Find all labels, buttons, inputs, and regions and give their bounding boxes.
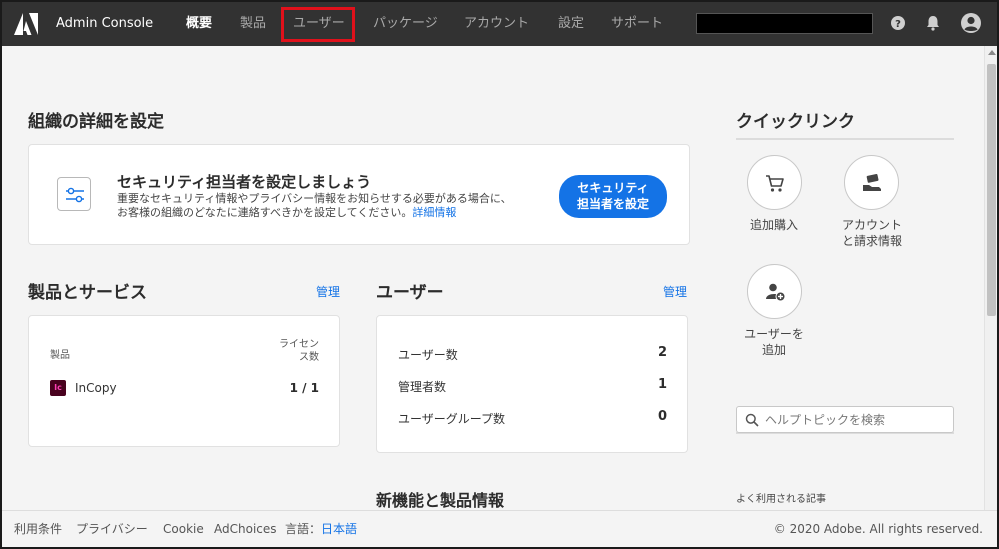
col-header-licenses: ライセン ス数 — [261, 338, 319, 364]
button-line1: セキュリティ — [577, 181, 649, 195]
footer-language-link[interactable]: 日本語 — [321, 522, 357, 536]
security-card-description: 重要なセキュリティ情報やプライバシー情報をお知らせする必要がある場合に、 お客様… — [117, 192, 512, 220]
top-navigation-bar: Admin Console 概要 製品 ユーザー パッケージ アカウント 設定 … — [2, 2, 997, 46]
user-group-count-value: 0 — [657, 409, 667, 424]
bell-icon[interactable] — [924, 14, 942, 32]
license-count: 1 / 1 — [289, 381, 319, 395]
add-user-icon — [766, 283, 786, 302]
products-section-title: 製品とサービス — [28, 283, 147, 303]
set-security-contact-button[interactable]: セキュリティ 担当者を設定 — [559, 175, 667, 218]
settings-sliders-icon — [57, 177, 91, 211]
footer-cookie-link[interactable]: Cookie — [163, 511, 204, 547]
highlight-box — [281, 7, 355, 42]
search-icon — [745, 413, 759, 427]
col-header-product: 製品 — [50, 350, 70, 361]
help-icon[interactable]: ? — [889, 14, 907, 32]
nav-products[interactable]: 製品 — [240, 2, 266, 46]
learn-more-link[interactable]: 詳細情報 — [412, 206, 456, 219]
products-manage-link[interactable]: 管理 — [316, 283, 340, 300]
nav-packages[interactable]: パッケージ — [373, 2, 438, 46]
buy-more-button[interactable] — [747, 155, 802, 210]
users-manage-link[interactable]: 管理 — [663, 283, 687, 300]
app-title[interactable]: Admin Console — [56, 2, 153, 46]
footer-language: 言語：日本語 — [285, 511, 357, 547]
footer-terms-link[interactable]: 利用条件 — [14, 511, 62, 547]
account-billing-label-line1: アカウント — [841, 218, 902, 232]
popular-articles-heading: よく利用される記事 — [736, 494, 826, 505]
cart-icon — [766, 175, 784, 192]
nav-support[interactable]: サポート — [611, 2, 663, 46]
users-card: ユーザー数 2 管理者数 1 ユーザーグループ数 0 — [376, 315, 688, 453]
add-user-button[interactable] — [747, 264, 802, 319]
user-count-value: 2 — [657, 345, 667, 360]
buy-more-label: 追加購入 — [734, 217, 814, 233]
help-search-input[interactable] — [765, 410, 945, 429]
adobe-logo-icon[interactable] — [14, 13, 38, 35]
user-group-count-label: ユーザーグループ数 — [398, 412, 506, 426]
avatar-icon[interactable] — [960, 12, 982, 34]
scrollbar-thumb[interactable] — [987, 64, 996, 316]
svg-text:?: ? — [895, 19, 901, 30]
quick-links-title: クイックリンク — [736, 112, 855, 132]
nav-settings[interactable]: 設定 — [558, 2, 584, 46]
add-user-label: ユーザーを 追加 — [734, 326, 814, 358]
footer-adchoices-link[interactable]: AdChoices — [214, 511, 277, 547]
nav-overview[interactable]: 概要 — [186, 2, 212, 46]
scroll-up-arrow-icon[interactable] — [988, 50, 996, 55]
security-card-desc-line1: 重要なセキュリティ情報やプライバシー情報をお知らせする必要がある場合に、 — [117, 192, 512, 205]
footer-language-label: 言語： — [285, 522, 322, 536]
add-user-label-line2: 追加 — [761, 343, 786, 357]
account-billing-label: アカウント と請求情報 — [827, 217, 917, 249]
security-card-desc-line2: お客様の組織のどなたに連絡すべきかを設定してください。 — [117, 206, 413, 219]
user-count-label: ユーザー数 — [398, 348, 458, 362]
col-header-licenses-line2: ス数 — [299, 352, 319, 363]
redacted-org-selector[interactable] — [696, 13, 873, 34]
footer-privacy-link[interactable]: プライバシー — [76, 511, 148, 547]
nav-account[interactable]: アカウント — [464, 2, 529, 46]
vertical-scrollbar[interactable] — [984, 46, 997, 510]
news-section-title: 新機能と製品情報 — [376, 491, 505, 510]
product-name: InCopy — [75, 381, 117, 395]
products-card: 製品 ライセン ス数 Ic InCopy 1 / 1 — [28, 315, 340, 447]
account-billing-button[interactable] — [844, 155, 899, 210]
security-card-title: セキュリティ担当者を設定しましょう — [117, 173, 372, 191]
quick-links-divider — [736, 138, 954, 140]
footer: 利用条件 プライバシー Cookie AdChoices 言語：日本語 © 20… — [2, 510, 997, 547]
billing-hand-icon — [863, 174, 881, 191]
table-row[interactable]: Ic InCopy 1 / 1 — [29, 376, 341, 400]
incopy-app-icon: Ic — [50, 380, 66, 396]
add-user-label-line1: ユーザーを — [744, 327, 804, 341]
users-section-title: ユーザー — [376, 283, 444, 303]
main-content: 組織の詳細を設定 セキュリティ担当者を設定しましょう 重要なセキュリティ情報やプ… — [2, 46, 984, 510]
security-contact-card: セキュリティ担当者を設定しましょう 重要なセキュリティ情報やプライバシー情報をお… — [28, 144, 690, 245]
security-card-desc-line2-wrap: お客様の組織のどなたに連絡すべきかを設定してください。詳細情報 — [117, 206, 512, 220]
col-header-licenses-line1: ライセン — [279, 339, 319, 350]
footer-copyright: © 2020 Adobe. All rights reserved. — [773, 522, 983, 536]
org-section-title: 組織の詳細を設定 — [28, 112, 164, 132]
admin-count-label: 管理者数 — [398, 380, 447, 394]
admin-console-window: Admin Console 概要 製品 ユーザー パッケージ アカウント 設定 … — [2, 2, 997, 547]
button-line2: 担当者を設定 — [576, 197, 649, 211]
account-billing-label-line2: と請求情報 — [841, 234, 902, 248]
admin-count-value: 1 — [657, 377, 667, 392]
buy-more-label-line1: 追加購入 — [749, 218, 798, 232]
help-search-box[interactable] — [736, 406, 954, 433]
